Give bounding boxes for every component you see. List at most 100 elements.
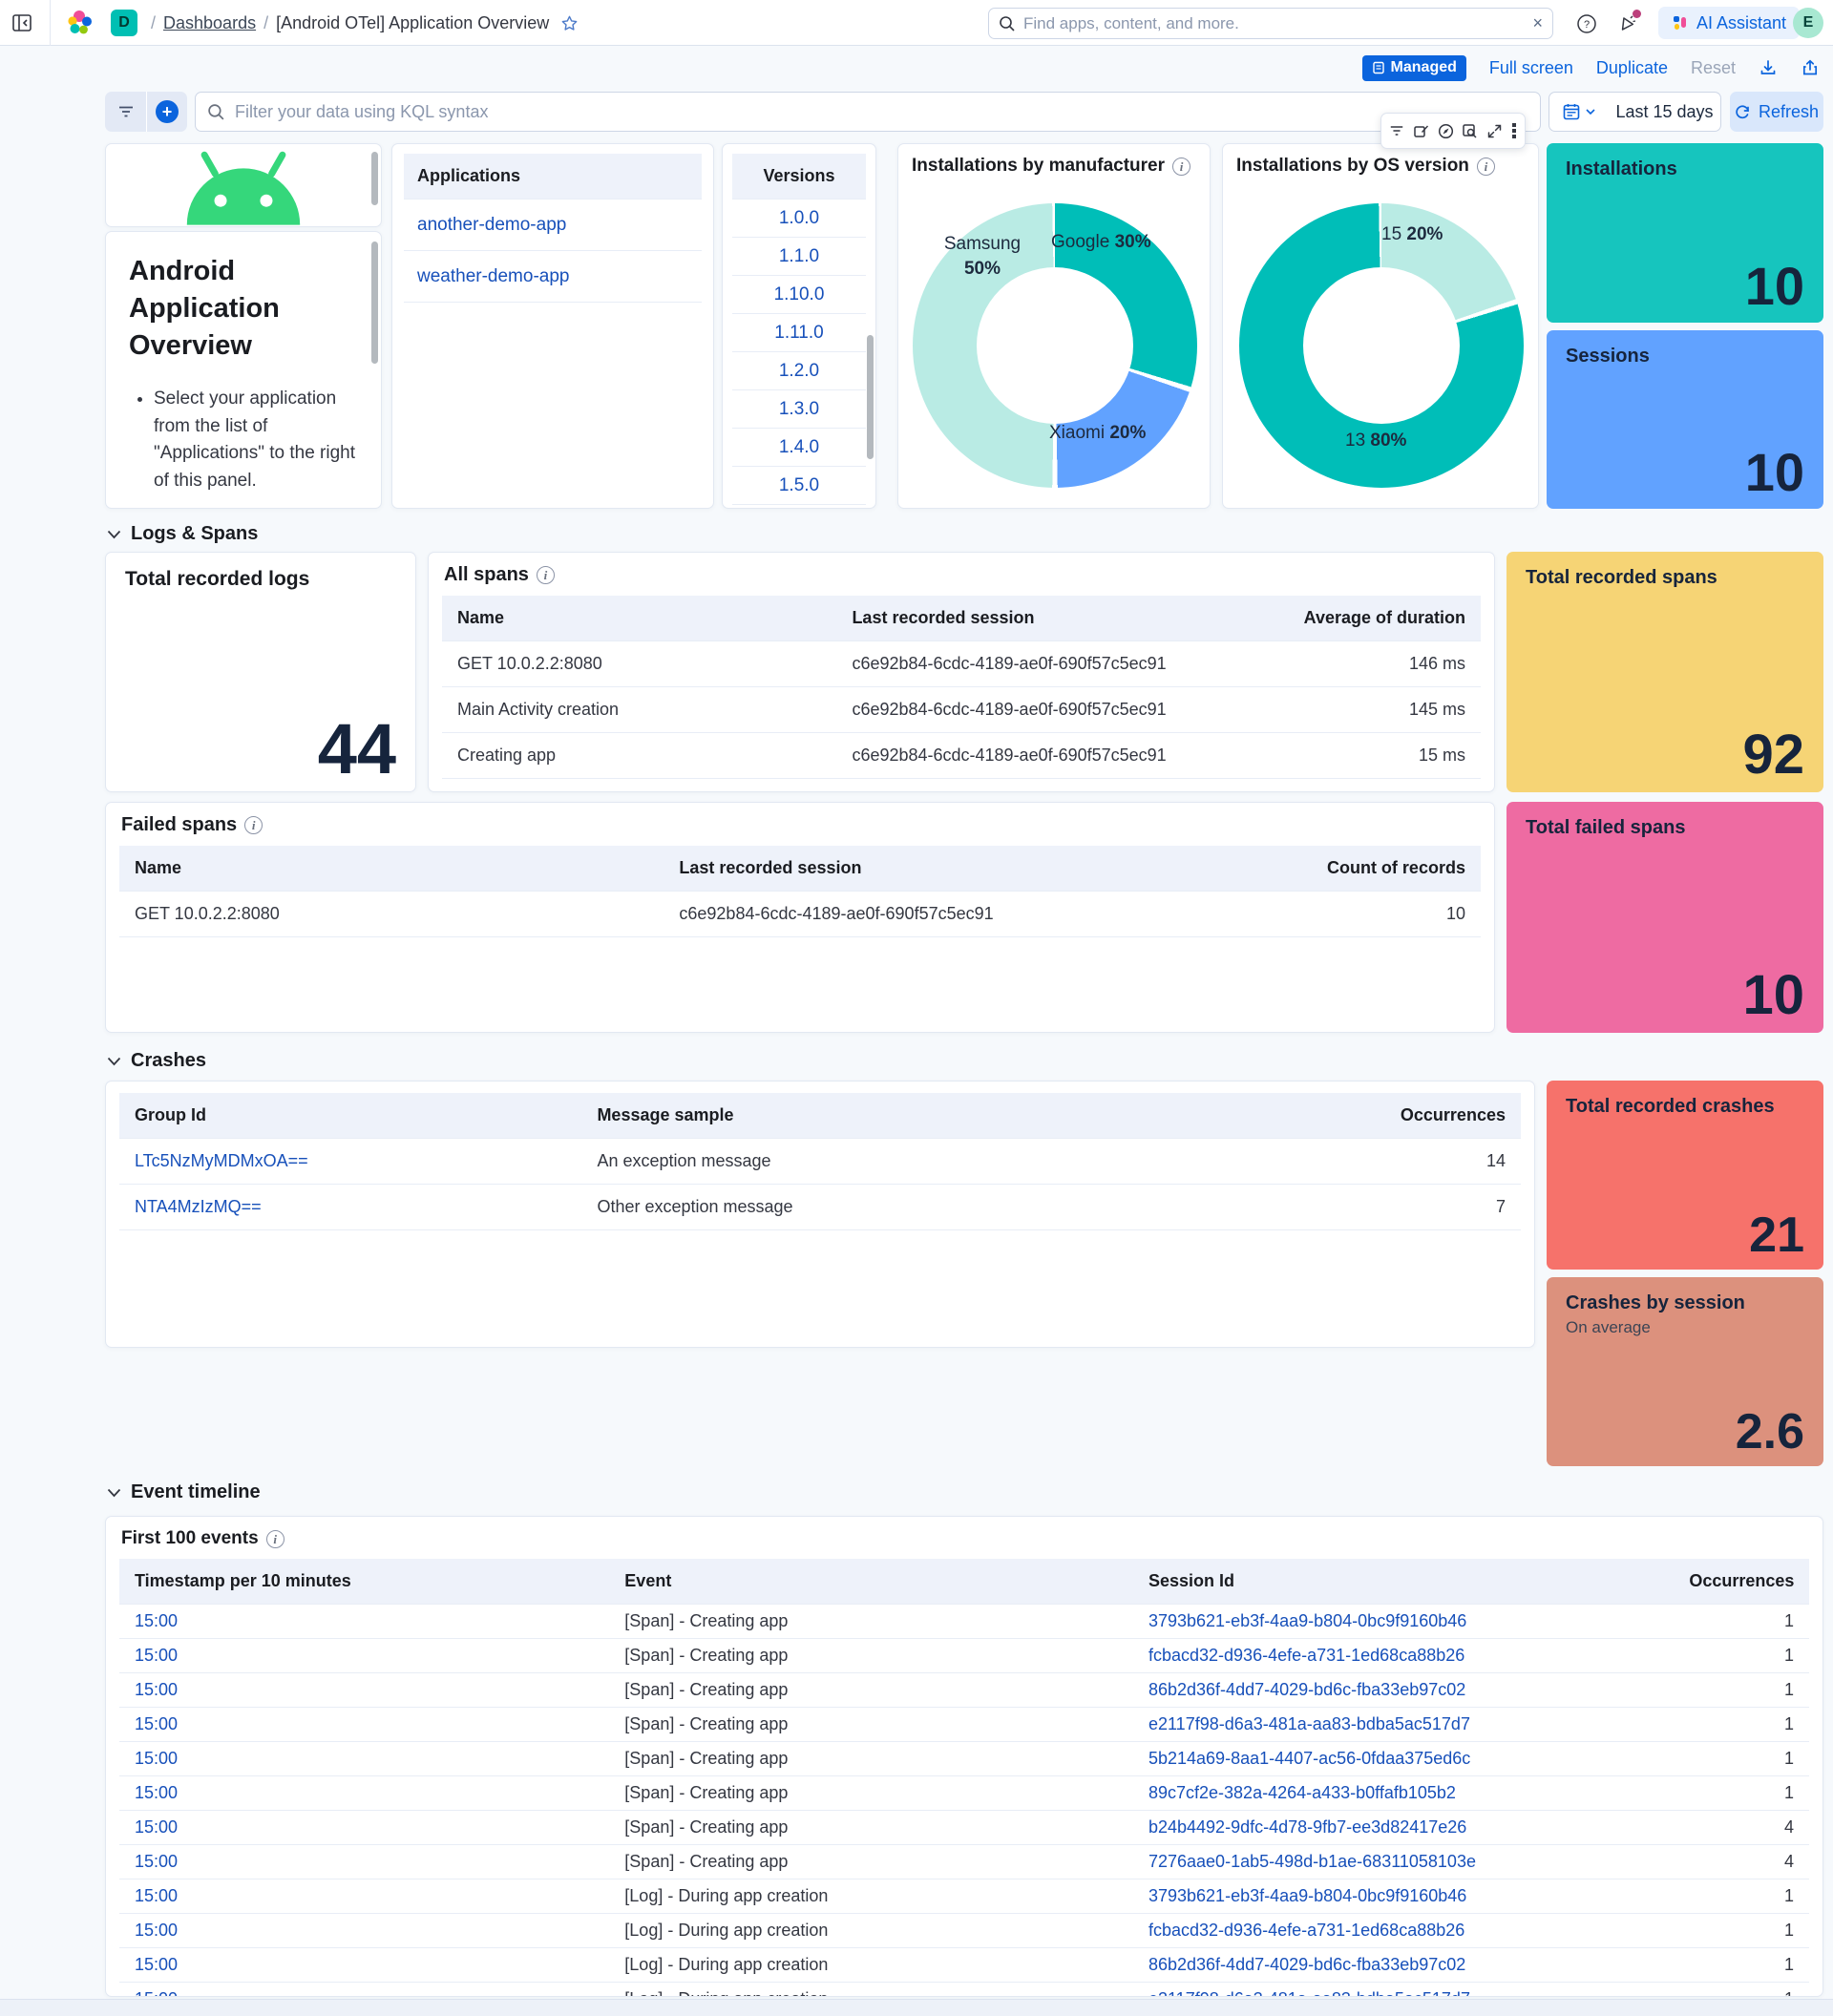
version-list-item[interactable]: 1.3.0 bbox=[732, 390, 866, 429]
news-button[interactable] bbox=[1613, 10, 1642, 38]
sessions-kpi[interactable]: Sessions 10 bbox=[1547, 330, 1823, 509]
project-badge[interactable]: D bbox=[111, 10, 137, 36]
column-header[interactable]: Group Id bbox=[119, 1105, 581, 1125]
column-header[interactable]: Event bbox=[609, 1571, 1133, 1591]
session-id-link[interactable]: 86b2d36f-4dd7-4029-bd6c-fba33eb97c02 bbox=[1148, 1680, 1465, 1699]
column-header[interactable]: Message sample bbox=[581, 1105, 1310, 1125]
column-header[interactable]: Occurrences bbox=[1674, 1571, 1809, 1591]
table-row[interactable]: 15:00 [Log] - During app creation 3793b6… bbox=[119, 1880, 1809, 1914]
application-link[interactable]: weather-demo-app bbox=[417, 266, 569, 287]
session-id-link[interactable]: 3793b621-eb3f-4aa9-b804-0bc9f9160b46 bbox=[1148, 1611, 1466, 1630]
session-id-link[interactable]: 86b2d36f-4dd7-4029-bd6c-fba33eb97c02 bbox=[1148, 1955, 1465, 1974]
version-list-item[interactable]: 1.0.0 bbox=[732, 200, 866, 238]
session-id-link[interactable]: e2117f98-d6a3-481a-aa83-bdba5ac517d7 bbox=[1148, 1714, 1470, 1733]
table-row[interactable]: 15:00 [Span] - Creating app 3793b621-eb3… bbox=[119, 1605, 1809, 1639]
column-header[interactable]: Last recorded session bbox=[836, 608, 1231, 628]
total-crashes-kpi[interactable]: Total recorded crashes 21 bbox=[1547, 1081, 1823, 1270]
section-event-timeline[interactable]: Event timeline bbox=[107, 1481, 261, 1503]
column-header[interactable]: Average of duration bbox=[1232, 608, 1481, 628]
table-row[interactable]: Main Activity creation c6e92b84-6cdc-418… bbox=[442, 687, 1481, 733]
info-icon[interactable]: i bbox=[266, 1530, 284, 1548]
column-header[interactable]: Name bbox=[442, 608, 836, 628]
user-avatar[interactable]: E bbox=[1793, 8, 1823, 38]
table-row[interactable]: 15:00 [Span] - Creating app e2117f98-d6a… bbox=[119, 1708, 1809, 1742]
version-list-item[interactable]: 1.11.0 bbox=[732, 314, 866, 352]
column-header[interactable]: Name bbox=[119, 858, 664, 878]
time-range-button[interactable]: Last 15 days bbox=[1609, 92, 1721, 132]
version-list-item[interactable]: 1.4.0 bbox=[732, 429, 866, 467]
add-filter-button[interactable]: + bbox=[146, 92, 187, 132]
scrollbar[interactable] bbox=[371, 152, 378, 205]
timestamp-link[interactable]: 15:00 bbox=[135, 1921, 178, 1940]
crash-group-link[interactable]: NTA4MzIzMQ== bbox=[135, 1197, 262, 1216]
crash-group-link[interactable]: LTc5NzMyMDMxOA== bbox=[135, 1151, 308, 1170]
table-row[interactable]: GET 10.0.2.2:8080 c6e92b84-6cdc-4189-ae0… bbox=[442, 641, 1481, 687]
version-link[interactable]: 1.2.0 bbox=[779, 361, 819, 382]
timestamp-link[interactable]: 15:00 bbox=[135, 1989, 178, 1997]
installations-kpi[interactable]: Installations 10 bbox=[1547, 143, 1823, 323]
session-id-link[interactable]: fcbacd32-d936-4efe-a731-1ed68ca88b26 bbox=[1148, 1646, 1464, 1665]
elastic-logo[interactable] bbox=[67, 0, 94, 46]
session-id-link[interactable]: fcbacd32-d936-4efe-a731-1ed68ca88b26 bbox=[1148, 1921, 1464, 1940]
duplicate-button[interactable]: Duplicate bbox=[1596, 58, 1668, 78]
breadcrumb-dashboards[interactable]: Dashboards bbox=[163, 13, 256, 33]
timestamp-link[interactable]: 15:00 bbox=[135, 1680, 178, 1699]
timestamp-link[interactable]: 15:00 bbox=[135, 1783, 178, 1802]
table-row[interactable]: GET 10.0.2.2:8080 c6e92b84-6cdc-4189-ae0… bbox=[119, 892, 1481, 937]
help-button[interactable]: ? bbox=[1572, 10, 1601, 38]
table-row[interactable]: 15:00 [Span] - Creating app 5b214a69-8aa… bbox=[119, 1742, 1809, 1776]
filter-menu-button[interactable] bbox=[105, 92, 146, 132]
timestamp-link[interactable]: 15:00 bbox=[135, 1749, 178, 1768]
kql-input[interactable] bbox=[235, 102, 1528, 122]
version-list-item[interactable]: 1.5.0 bbox=[732, 467, 866, 505]
info-icon[interactable]: i bbox=[1172, 158, 1190, 176]
timestamp-link[interactable]: 15:00 bbox=[135, 1817, 178, 1837]
filter-icon[interactable] bbox=[1389, 124, 1404, 137]
version-link[interactable]: 1.3.0 bbox=[779, 399, 819, 420]
table-row[interactable]: 15:00 [Log] - During app creation fcbacd… bbox=[119, 1914, 1809, 1948]
version-link[interactable]: 1.1.0 bbox=[779, 246, 819, 267]
crashes-by-session-kpi[interactable]: Crashes by session On average 2.6 bbox=[1547, 1277, 1823, 1466]
inspect-icon[interactable] bbox=[1462, 123, 1478, 139]
global-search[interactable]: × bbox=[988, 8, 1553, 39]
total-spans-kpi[interactable]: Total recorded spans 92 bbox=[1506, 552, 1823, 792]
timestamp-link[interactable]: 15:00 bbox=[135, 1646, 178, 1665]
scrollbar[interactable] bbox=[867, 335, 874, 459]
version-link[interactable]: 1.4.0 bbox=[779, 437, 819, 458]
timestamp-link[interactable]: 15:00 bbox=[135, 1886, 178, 1905]
total-logs-kpi[interactable]: Total recorded logs 44 bbox=[105, 552, 416, 792]
info-icon[interactable]: i bbox=[537, 566, 555, 584]
version-link[interactable]: 1.0.0 bbox=[779, 208, 819, 229]
table-row[interactable]: NTA4MzIzMQ== Other exception message 7 bbox=[119, 1185, 1521, 1230]
version-list-item[interactable]: 1.2.0 bbox=[732, 352, 866, 390]
column-header[interactable]: Timestamp per 10 minutes bbox=[119, 1571, 609, 1591]
table-row[interactable]: 15:00 [Span] - Creating app fcbacd32-d93… bbox=[119, 1639, 1809, 1673]
table-row[interactable]: 15:00 [Span] - Creating app 89c7cf2e-382… bbox=[119, 1776, 1809, 1811]
session-id-link[interactable]: 3793b621-eb3f-4aa9-b804-0bc9f9160b46 bbox=[1148, 1886, 1466, 1905]
session-id-link[interactable]: e2117f98-d6a3-481a-aa83-bdba5ac517d7 bbox=[1148, 1989, 1470, 1997]
explore-icon[interactable] bbox=[1438, 123, 1454, 139]
version-link[interactable]: 1.10.0 bbox=[774, 284, 825, 305]
section-crashes[interactable]: Crashes bbox=[107, 1050, 206, 1072]
full-screen-button[interactable]: Full screen bbox=[1489, 58, 1573, 78]
info-icon[interactable]: i bbox=[244, 816, 263, 834]
ai-assistant-button[interactable]: AI Assistant bbox=[1658, 7, 1800, 39]
application-list-item[interactable]: weather-demo-app bbox=[404, 251, 702, 303]
expand-icon[interactable] bbox=[1486, 123, 1503, 139]
download-button[interactable] bbox=[1759, 58, 1778, 77]
timestamp-link[interactable]: 15:00 bbox=[135, 1611, 178, 1630]
version-link[interactable]: 1.5.0 bbox=[779, 475, 819, 496]
clear-search-icon[interactable]: × bbox=[1532, 13, 1543, 33]
session-id-link[interactable]: b24b4492-9dfc-4d78-9fb7-ee3d82417e26 bbox=[1148, 1817, 1466, 1837]
info-icon[interactable]: i bbox=[1477, 158, 1495, 176]
table-row[interactable]: Creating app c6e92b84-6cdc-4189-ae0f-690… bbox=[442, 733, 1481, 779]
application-list-item[interactable]: another-demo-app bbox=[404, 200, 702, 251]
session-id-link[interactable]: 5b214a69-8aa1-4407-ac56-0fdaa375ed6c bbox=[1148, 1749, 1470, 1768]
section-logs-spans[interactable]: Logs & Spans bbox=[107, 523, 258, 545]
column-header[interactable]: Occurrences bbox=[1311, 1105, 1521, 1125]
table-row[interactable]: 15:00 [Log] - During app creation e2117f… bbox=[119, 1983, 1809, 1997]
date-picker-button[interactable] bbox=[1549, 92, 1610, 132]
session-id-link[interactable]: 89c7cf2e-382a-4264-a433-b0ffafb105b2 bbox=[1148, 1783, 1456, 1802]
collapse-nav-button[interactable] bbox=[11, 0, 32, 46]
panel-menu-icon[interactable] bbox=[1511, 122, 1517, 139]
